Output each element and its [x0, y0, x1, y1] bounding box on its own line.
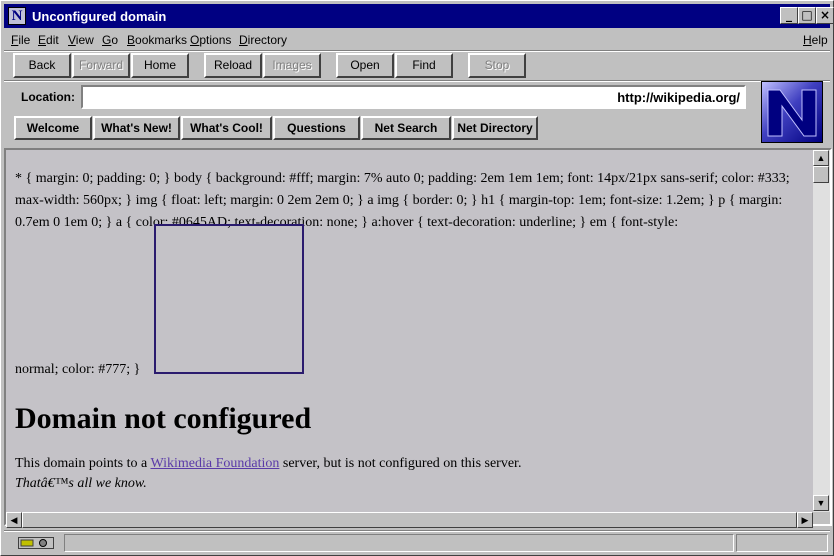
horizontal-scrollbar[interactable]: ◀ ▶	[6, 512, 813, 528]
back-button[interactable]: Back	[13, 53, 71, 78]
scroll-down-icon[interactable]: ▼	[813, 495, 829, 511]
progress-field	[736, 534, 828, 552]
find-button[interactable]: Find	[395, 53, 453, 78]
open-button[interactable]: Open	[336, 53, 394, 78]
whats-new-button[interactable]: What's New!	[93, 116, 180, 140]
security-key-icon[interactable]	[18, 537, 54, 549]
browser-window: N Unconfigured domain _ □ × File Edit Vi…	[0, 0, 834, 556]
menu-help[interactable]: Help	[803, 33, 828, 47]
menu-directory[interactable]: Directory	[239, 33, 287, 47]
vertical-scroll-thumb[interactable]	[813, 166, 829, 183]
menu-options[interactable]: Options	[190, 33, 231, 47]
forward-button[interactable]: Forward	[72, 53, 130, 78]
page-heading: Domain not configured	[15, 402, 312, 435]
status-text-field	[64, 534, 734, 552]
title-bar[interactable]: N Unconfigured domain _ □ ×	[4, 4, 834, 28]
horizontal-scroll-thumb[interactable]	[22, 512, 797, 528]
toolbar-separator	[4, 80, 830, 82]
scroll-up-icon[interactable]: ▲	[813, 150, 829, 166]
window-title: Unconfigured domain	[32, 9, 167, 24]
stop-button[interactable]: Stop	[468, 53, 526, 78]
images-button[interactable]: Images	[263, 53, 321, 78]
maximize-button[interactable]: □	[798, 7, 816, 24]
welcome-button[interactable]: Welcome	[14, 116, 92, 140]
wikimedia-foundation-link[interactable]: Wikimedia Foundation	[150, 456, 279, 471]
menu-file[interactable]: File	[11, 33, 30, 47]
netscape-logo-icon[interactable]	[761, 81, 823, 143]
questions-button[interactable]: Questions	[273, 116, 360, 140]
net-directory-button[interactable]: Net Directory	[452, 116, 538, 140]
unstyled-css-text: * { margin: 0; padding: 0; } body { back…	[15, 171, 790, 230]
menu-separator	[4, 50, 830, 52]
menu-bar: File Edit View Go Bookmarks Options Dire…	[4, 30, 830, 50]
minimize-button[interactable]: _	[780, 7, 798, 24]
scroll-left-icon[interactable]: ◀	[6, 512, 22, 528]
menu-view[interactable]: View	[68, 33, 94, 47]
menu-bookmarks[interactable]: Bookmarks	[127, 33, 187, 47]
menu-go[interactable]: Go	[102, 33, 118, 47]
location-input[interactable]	[85, 88, 740, 106]
page-content: * { margin: 0; padding: 0; } body { back…	[6, 150, 813, 512]
whats-cool-button[interactable]: What's Cool!	[181, 116, 272, 140]
home-button[interactable]: Home	[131, 53, 189, 78]
scroll-right-icon[interactable]: ▶	[797, 512, 813, 528]
body-paragraph: This domain points to a Wikimedia Founda…	[15, 456, 522, 471]
menu-edit[interactable]: Edit	[38, 33, 59, 47]
status-bar	[4, 533, 830, 553]
reload-button[interactable]: Reload	[204, 53, 262, 78]
netscape-app-icon[interactable]: N	[8, 7, 26, 25]
status-separator	[4, 530, 830, 532]
vertical-scrollbar[interactable]: ▲ ▼	[813, 150, 830, 512]
location-label: Location:	[21, 90, 75, 104]
net-search-button[interactable]: Net Search	[361, 116, 451, 140]
broken-image-placeholder	[154, 224, 304, 374]
location-field[interactable]	[81, 85, 746, 109]
unstyled-css-tail: normal; color: #777; }	[15, 362, 141, 377]
close-button[interactable]: ×	[816, 7, 834, 24]
body-emphasis: Thatâ€™s all we know.	[15, 476, 147, 491]
